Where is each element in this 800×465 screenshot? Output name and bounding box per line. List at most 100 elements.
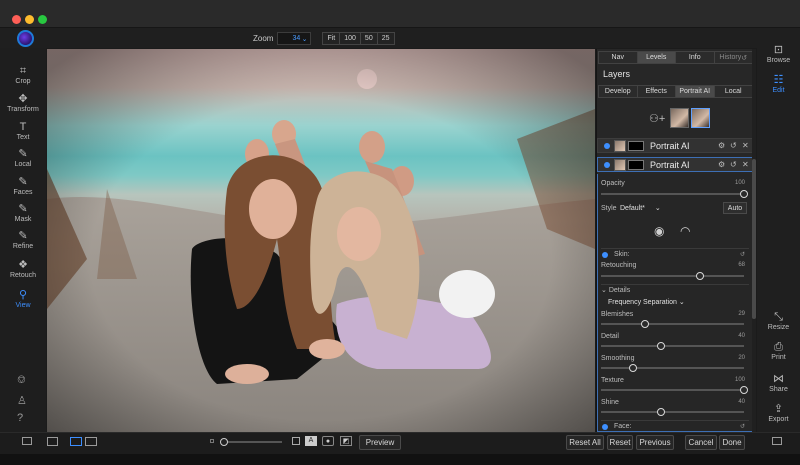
user-icon[interactable]: ♙ xyxy=(17,394,27,407)
face-reset-icon[interactable]: ↺ xyxy=(740,423,745,430)
retouching-value: 68 xyxy=(738,262,745,268)
module-resize[interactable]: ⤡ Resize xyxy=(757,311,800,331)
mask-mode-icon[interactable]: A xyxy=(305,436,317,446)
layer-visibility-dot[interactable] xyxy=(604,143,610,149)
shine-slider[interactable] xyxy=(601,408,744,416)
layer-row[interactable]: Portrait AI ⚙ ↺ ✕ xyxy=(597,138,754,153)
smoothing-slider-knob[interactable] xyxy=(629,364,637,372)
toggle-right-panel-icon[interactable] xyxy=(772,437,782,445)
faces-icon: ✎ xyxy=(18,176,28,188)
module-export[interactable]: ⇪ Export xyxy=(757,403,800,423)
details-mode-select[interactable]: Frequency Separation ⌄ xyxy=(608,298,685,306)
blemishes-value: 29 xyxy=(738,311,745,317)
module-edit[interactable]: ☷ Edit xyxy=(757,74,800,94)
style-select[interactable]: Default* ⌄ xyxy=(620,204,661,212)
layers-panel: Nav Levels Info History ↺ Layers Develop Eff… xyxy=(596,49,756,432)
done-button[interactable]: Done xyxy=(719,435,745,450)
tab-info[interactable]: Info xyxy=(675,51,715,64)
shine-slider-knob[interactable] xyxy=(657,408,665,416)
smoothing-slider[interactable] xyxy=(601,364,744,372)
photo-canvas[interactable] xyxy=(47,49,595,432)
toggle-left-panel-icon[interactable] xyxy=(22,437,32,445)
layer-reset-icon[interactable]: ↺ xyxy=(730,141,737,150)
face-thumbnail[interactable] xyxy=(670,108,689,128)
overlay-icon[interactable]: ● xyxy=(322,436,334,446)
zoom-preset-button[interactable]: Fit xyxy=(322,32,341,45)
layer-delete-icon[interactable]: ✕ xyxy=(742,160,749,169)
lips-icon[interactable]: ◠ xyxy=(680,224,690,238)
detail-slider[interactable] xyxy=(601,342,744,350)
camera-icon[interactable]: ⎊ xyxy=(17,374,26,387)
layer-visibility-dot[interactable] xyxy=(604,162,610,168)
auto-button[interactable]: Auto xyxy=(723,202,747,214)
skin-reset-icon[interactable]: ↺ xyxy=(740,251,745,258)
retouching-slider[interactable] xyxy=(601,272,744,280)
layer-settings-icon[interactable]: ⚙ xyxy=(718,160,725,169)
tool-faces[interactable]: ✎ Faces xyxy=(0,176,46,196)
help-icon[interactable]: ? xyxy=(17,412,23,424)
opacity-slider[interactable] xyxy=(601,190,748,198)
module-tab-portrait-ai[interactable]: Portrait AI xyxy=(675,85,715,98)
details-toggle[interactable]: ⌄ Details xyxy=(601,286,630,294)
tool-refine[interactable]: ✎ Refine xyxy=(0,230,46,250)
cancel-button[interactable]: Cancel xyxy=(685,435,717,450)
layer-delete-icon[interactable]: ✕ xyxy=(742,141,749,150)
panel-scrollbar-thumb[interactable] xyxy=(752,159,756,319)
blemishes-slider[interactable] xyxy=(601,320,744,328)
face-toggle-dot[interactable] xyxy=(602,424,608,430)
preview-button[interactable]: Preview xyxy=(359,435,401,450)
skin-label: Skin: xyxy=(614,251,630,258)
tool-view[interactable]: ⚲ View xyxy=(0,289,46,309)
blemishes-slider-knob[interactable] xyxy=(641,320,649,328)
view-icon: ⚲ xyxy=(18,289,28,301)
brush-size-knob[interactable] xyxy=(220,438,228,446)
minimize-window-button[interactable] xyxy=(25,15,34,24)
module-print[interactable]: ⎙ Print xyxy=(757,341,800,361)
close-window-button[interactable] xyxy=(12,15,21,24)
zoom-control: Zoom 34 ⌄ Fit 100 50 25 xyxy=(253,32,395,45)
compare-view-icon[interactable] xyxy=(85,437,97,446)
panel-scrollbar[interactable] xyxy=(752,49,756,432)
tool-local[interactable]: ✎ Local xyxy=(0,148,46,168)
skin-toggle-dot[interactable] xyxy=(602,252,608,258)
photo-overlay-icon[interactable]: ◩ xyxy=(340,436,352,446)
module-tab-effects[interactable]: Effects xyxy=(636,85,676,98)
chevron-down-icon: ⌄ xyxy=(678,299,685,306)
tool-text[interactable]: T Text xyxy=(0,121,46,141)
zoom-input[interactable]: 34 ⌄ xyxy=(277,32,312,45)
layer-reset-icon[interactable]: ↺ xyxy=(730,160,737,169)
filmstrip-icon[interactable] xyxy=(47,437,58,446)
tab-nav[interactable]: Nav xyxy=(598,51,638,64)
layer-settings-icon[interactable]: ⚙ xyxy=(718,141,725,150)
maximize-window-button[interactable] xyxy=(38,15,47,24)
tool-crop[interactable]: ⌗ Crop xyxy=(0,65,46,85)
zoom-preset-button[interactable]: 50 xyxy=(359,32,378,45)
window-titlebar xyxy=(0,0,800,28)
tool-transform[interactable]: ✥ Transform xyxy=(0,93,46,113)
tab-history[interactable]: History ↺ xyxy=(713,51,753,64)
tool-retouch[interactable]: ❖ Retouch xyxy=(0,259,46,279)
module-share[interactable]: ⋈ Share xyxy=(757,373,800,393)
layer-row-selected[interactable]: Portrait AI ⚙ ↺ ✕ xyxy=(597,157,754,172)
tab-levels[interactable]: Levels xyxy=(636,51,676,64)
opacity-slider-knob[interactable] xyxy=(740,190,748,198)
add-person-icon[interactable]: ⚇+ xyxy=(649,112,665,125)
tool-mask[interactable]: ✎ Mask xyxy=(0,203,46,223)
zoom-preset-button[interactable]: 25 xyxy=(376,32,395,45)
detail-slider-knob[interactable] xyxy=(657,342,665,350)
zoom-preset-button[interactable]: 100 xyxy=(339,32,361,45)
module-tab-develop[interactable]: Develop xyxy=(598,85,638,98)
face-thumbnail-selected[interactable] xyxy=(691,108,710,128)
previous-button[interactable]: Previous xyxy=(636,435,674,450)
reset-button[interactable]: Reset xyxy=(607,435,633,450)
module-tab-local[interactable]: Local xyxy=(713,85,753,98)
eye-enhance-icon[interactable]: ◉ xyxy=(654,224,664,238)
brush-size-slider[interactable] xyxy=(220,438,282,446)
reset-all-button[interactable]: Reset All xyxy=(566,435,604,450)
tool-label: Retouch xyxy=(9,272,37,279)
texture-slider[interactable] xyxy=(601,386,748,394)
single-view-icon[interactable] xyxy=(70,437,82,446)
retouching-slider-knob[interactable] xyxy=(696,272,704,280)
texture-slider-knob[interactable] xyxy=(740,386,748,394)
module-browse[interactable]: ⊡ Browse xyxy=(757,44,800,64)
